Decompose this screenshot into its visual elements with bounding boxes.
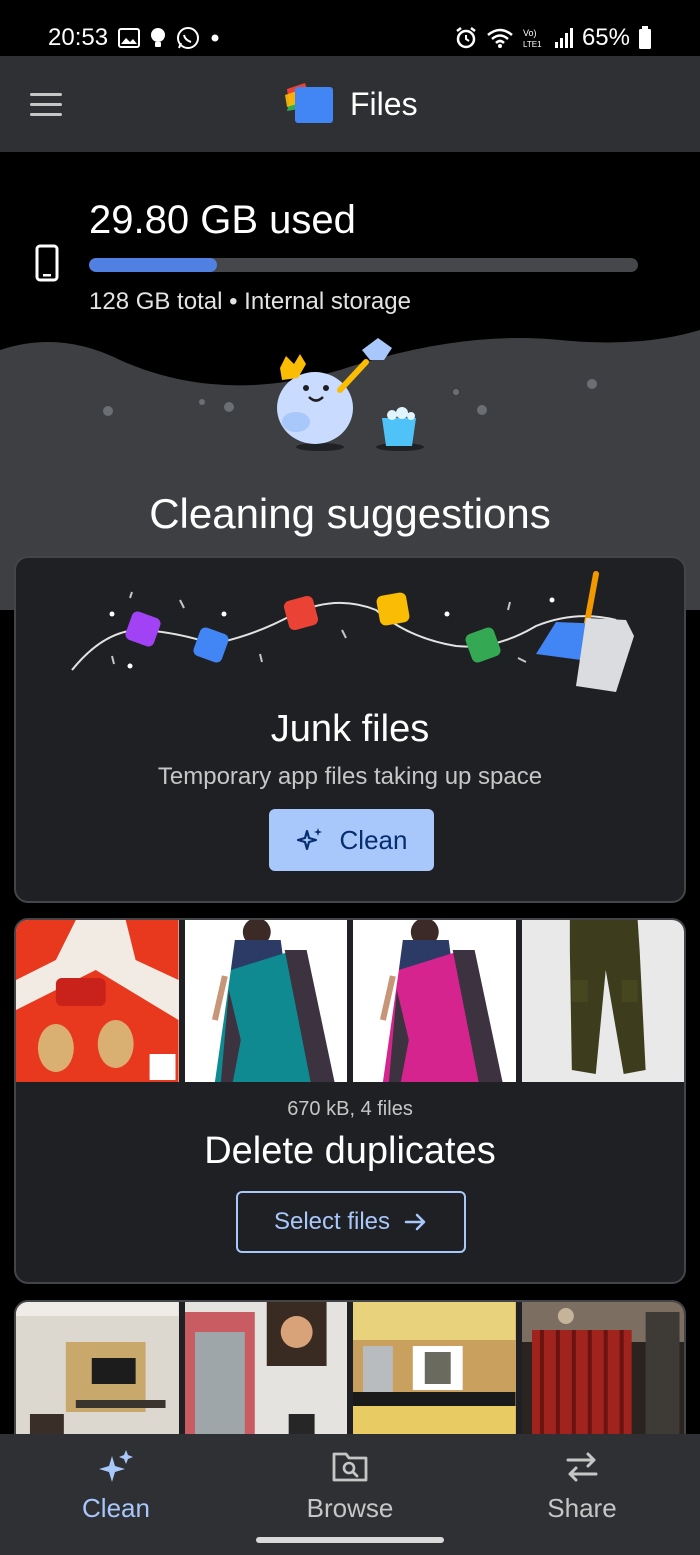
volte-icon: Vo) LTE1 (523, 28, 542, 49)
storage-subtitle: 128 GB total • Internal storage (89, 288, 411, 315)
olive-cargo-pants-thumbnail[interactable] (521, 920, 684, 1082)
junk-files-description: Temporary app files taking up space (157, 763, 543, 790)
storage-progress-fill (89, 258, 217, 272)
junk-files-illustration (71, 571, 634, 692)
duplicates-title: Delete duplicates (204, 1130, 496, 1172)
sparkle-icon (296, 828, 322, 851)
wifi-icon (487, 28, 513, 48)
nav-share-label: Share (547, 1493, 617, 1523)
nav-share[interactable]: Share (502, 1448, 662, 1524)
arrow-right-icon (404, 1213, 426, 1231)
nav-clean-label: Clean (82, 1493, 150, 1523)
nav-browse[interactable]: Browse (270, 1448, 430, 1524)
nav-browse-label: Browse (306, 1493, 394, 1523)
battery-icon (639, 26, 651, 49)
alarm-icon (456, 27, 476, 49)
status-right-icons: Vo) LTE1 65% (454, 24, 652, 52)
files-logo-icon (285, 83, 333, 123)
duplicates-meta: 670 kB, 4 files (287, 1098, 413, 1120)
pink-saree-thumbnail[interactable] (353, 920, 516, 1082)
storage-progress-bar (89, 258, 638, 272)
select-files-label: Select files (273, 1208, 391, 1235)
junk-files-title: Junk files (270, 708, 430, 750)
svg-text:Vo): Vo) (523, 28, 537, 38)
status-left-icons (118, 26, 220, 50)
red-saree-thumbnail[interactable] (16, 920, 179, 1082)
browse-folder-icon (332, 1452, 368, 1482)
app-bar: Files (0, 56, 700, 152)
clean-button-label: Clean (339, 824, 408, 855)
bulb-icon (151, 28, 165, 47)
gallery-icon (118, 28, 140, 48)
battery-percent: 65% (581, 24, 630, 51)
delete-duplicates-card: 670 kB, 4 files Delete duplicates Select… (14, 918, 686, 1284)
phone-icon (35, 244, 59, 282)
dot-icon (211, 34, 219, 42)
status-time: 20:53 (48, 24, 109, 51)
hamburger-menu-icon[interactable] (30, 93, 64, 117)
status-bar: 20:53 Vo) LTE1 65% (0, 0, 700, 56)
junk-files-card: Junk files Temporary app files taking up… (14, 556, 686, 903)
whatsapp-icon (177, 27, 199, 49)
section-title-cleaning-suggestions: Cleaning suggestions (149, 490, 551, 537)
home-indicator[interactable] (256, 1537, 444, 1543)
clean-button[interactable]: Clean (269, 809, 434, 871)
bottom-navigation: Clean Browse Share (0, 1434, 700, 1555)
signal-icon (554, 28, 573, 48)
duplicate-thumbnails (16, 920, 684, 1082)
share-arrows-icon (566, 1452, 598, 1482)
nav-clean[interactable]: Clean (36, 1448, 196, 1524)
teal-saree-thumbnail[interactable] (184, 920, 347, 1082)
app-title: Files (350, 86, 418, 122)
select-files-button[interactable]: Select files (236, 1191, 466, 1253)
svg-text:LTE1: LTE1 (523, 40, 542, 49)
storage-used-label: 29.80 GB used (89, 198, 356, 242)
sparkle-icon (99, 1450, 133, 1482)
